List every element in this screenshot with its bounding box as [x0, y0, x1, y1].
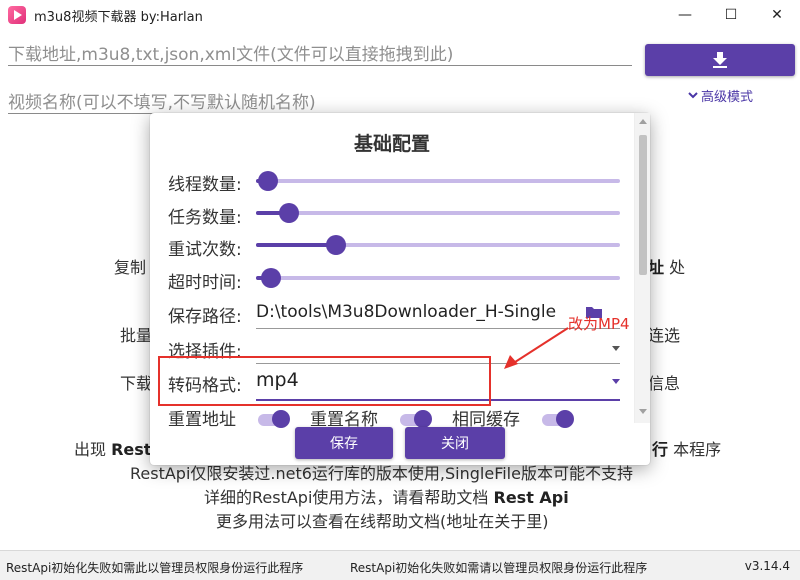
settings-dialog: 基础配置 线程数量: 任务数量: 重试次数: 超时时间: 保存路径: D:\to… [150, 113, 650, 465]
status-left: RestApi初始化失败如需此以管理员权限身份运行此程序 [6, 561, 304, 575]
help-copy-right-bold: 址 [648, 258, 665, 277]
scroll-thumb[interactable] [639, 135, 647, 275]
help-copy-left: 复制 [114, 258, 147, 277]
video-name-input[interactable]: 视频名称(可以不填写,不写默认随机名称) [8, 86, 632, 114]
help-more-usage: 更多用法可以查看在线帮助文档(地址在关于里) [216, 512, 549, 531]
slider-thumb[interactable] [278, 203, 299, 223]
close-button[interactable]: 关闭 [405, 427, 505, 459]
status-bar: RestApi初始化失败如需此以管理员权限身份运行此程序 RestApi初始化失… [0, 550, 800, 580]
advanced-mode-label: 高级模式 [701, 90, 754, 105]
help-restapi-doc: 详细的RestApi使用方法，请看帮助文档 Rest Api [204, 484, 569, 508]
help-restapi-doc-text: 详细的RestApi使用方法，请看帮助文档 [204, 488, 494, 507]
window-title: m3u8视频下载器 by:Harlan [34, 9, 203, 25]
scroll-up-icon[interactable] [639, 119, 647, 124]
help-error-prefix: 出现 [74, 440, 112, 459]
help-copy-right-text: 处 [669, 258, 686, 277]
reset-name-toggle[interactable] [400, 410, 432, 428]
help-restapi-doc-bold: Rest Api [493, 488, 569, 507]
dialog-scrollbar[interactable] [634, 113, 650, 423]
format-dropdown-icon[interactable] [612, 379, 620, 384]
save-path-field[interactable]: D:\tools\M3u8Downloader_H-Single [256, 302, 556, 322]
chevron-down-icon [688, 91, 698, 98]
reset-url-toggle[interactable] [258, 410, 290, 428]
status-center: RestApi初始化失败如需请以管理员权限身份运行此程序 [350, 561, 648, 575]
scroll-down-icon[interactable] [639, 409, 647, 414]
advanced-mode-toggle[interactable]: 高级模式 [688, 86, 753, 105]
save-path-label: 保存路径: [168, 307, 242, 327]
download-url-input[interactable]: 下载地址,m3u8,txt,json,xml文件(文件可以直接拖拽到此) [8, 38, 632, 66]
help-error-bold-left: Rest [111, 440, 152, 459]
help-error-suffix: 本程序 [668, 440, 722, 459]
help-error-left: 出现 Rest [74, 436, 151, 460]
close-window-button[interactable]: ✕ [754, 0, 800, 30]
annotation-highlight-box [158, 356, 491, 406]
thread-count-slider[interactable] [256, 171, 620, 191]
task-count-slider[interactable] [256, 203, 620, 223]
timeout-label: 超时时间: [168, 273, 242, 293]
slider-thumb[interactable] [326, 235, 347, 255]
version-label: v3.14.4 [744, 559, 790, 573]
task-count-label: 任务数量: [168, 208, 242, 228]
retry-count-slider[interactable] [256, 235, 620, 255]
download-url-placeholder: 下载地址,m3u8,txt,json,xml文件(文件可以直接拖拽到此) [8, 45, 454, 65]
plugin-dropdown-icon[interactable] [612, 346, 620, 351]
same-cache-toggle[interactable] [542, 410, 574, 428]
help-batch-right: 连选 [648, 326, 681, 345]
retry-count-label: 重试次数: [168, 240, 242, 260]
help-download-left: 下载 [120, 374, 153, 393]
thread-count-label: 线程数量: [168, 175, 242, 195]
help-error-bold-right: 行 [652, 440, 669, 459]
maximize-button[interactable]: ☐ [708, 0, 754, 30]
slider-thumb[interactable] [258, 171, 278, 191]
title-bar: m3u8视频下载器 by:Harlan — ☐ ✕ [0, 0, 800, 30]
reset-url-label: 重置地址 [168, 410, 236, 430]
download-button[interactable] [645, 44, 795, 76]
save-button[interactable]: 保存 [295, 427, 393, 459]
window-controls: — ☐ ✕ [662, 0, 800, 30]
annotation-text: 改为MP4 [568, 315, 630, 333]
help-download-right: 信息 [648, 374, 681, 393]
dialog-title: 基础配置 [353, 133, 430, 155]
app-icon [8, 6, 26, 24]
timeout-slider[interactable] [256, 268, 620, 288]
minimize-button[interactable]: — [662, 0, 708, 30]
help-copy-right: 址 处 [648, 254, 685, 278]
help-batch-left: 批量 [120, 326, 153, 345]
download-icon [713, 52, 727, 68]
video-name-placeholder: 视频名称(可以不填写,不写默认随机名称) [8, 93, 316, 113]
slider-thumb[interactable] [260, 268, 281, 288]
help-error-right: 行 本程序 [652, 436, 721, 460]
